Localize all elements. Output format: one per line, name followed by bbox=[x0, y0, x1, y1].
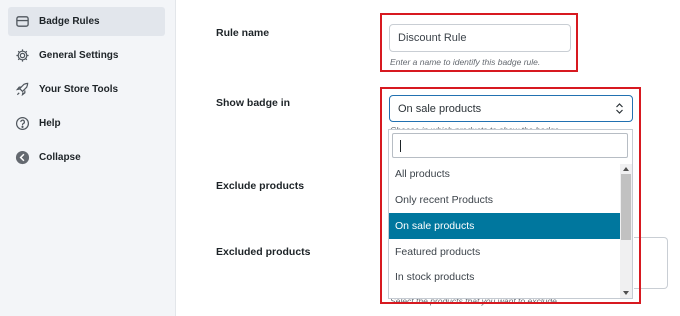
sidebar-item-help[interactable]: Help bbox=[8, 109, 165, 138]
sidebar-item-your-store-tools[interactable]: Your Store Tools bbox=[8, 75, 165, 104]
sidebar-item-general-settings[interactable]: General Settings bbox=[8, 41, 165, 70]
sidebar-item-label: Your Store Tools bbox=[39, 84, 119, 95]
show-badge-in-label: Show badge in bbox=[216, 97, 291, 109]
sidebar-item-badge-rules[interactable]: Badge Rules bbox=[8, 7, 165, 36]
rule-name-value: Discount Rule bbox=[398, 32, 467, 44]
rule-name-hint: Enter a name to identify this badge rule… bbox=[390, 57, 541, 67]
sidebar-item-label: Badge Rules bbox=[39, 16, 100, 27]
sidebar-item-collapse[interactable]: Collapse bbox=[8, 143, 165, 172]
collapse-arrow-icon bbox=[14, 150, 30, 166]
settings-form: Rule name Show badge in Exclude products… bbox=[177, 0, 680, 316]
sidebar: Badge Rules General Settings Your Store … bbox=[0, 0, 176, 316]
rule-name-label: Rule name bbox=[216, 27, 270, 39]
rule-name-input[interactable]: Discount Rule bbox=[389, 24, 571, 52]
sidebar-item-label: General Settings bbox=[39, 50, 119, 61]
sidebar-item-label: Help bbox=[39, 118, 61, 129]
highlight-show-badge bbox=[380, 87, 641, 304]
rocket-icon bbox=[14, 82, 30, 98]
sidebar-item-label: Collapse bbox=[39, 152, 81, 163]
help-icon bbox=[14, 116, 30, 132]
excluded-products-label: Excluded products bbox=[216, 246, 311, 258]
exclude-products-label: Exclude products bbox=[216, 180, 305, 192]
gear-icon bbox=[14, 48, 30, 64]
badge-icon bbox=[14, 14, 30, 30]
